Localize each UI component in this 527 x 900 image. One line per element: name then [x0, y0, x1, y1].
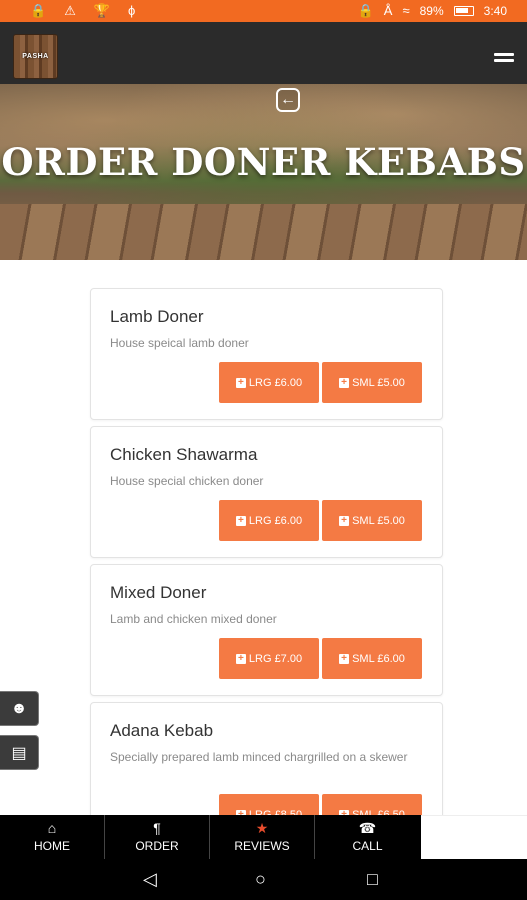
menu-line	[494, 59, 514, 62]
app-header: PASHA	[0, 22, 527, 84]
clock: 3:40	[483, 4, 507, 18]
back-button[interactable]: ←	[276, 88, 300, 112]
battery-percent: 89%	[419, 4, 444, 18]
menu-line	[494, 53, 514, 56]
add-large-button[interactable]: + LRG £7.00	[219, 638, 319, 679]
large-price-label: LRG £6.00	[248, 514, 303, 527]
add-large-button[interactable]: + LRG £6.00	[219, 500, 319, 541]
wifi-icon: ≈	[402, 3, 410, 18]
warning-icon: ⚠	[64, 3, 76, 18]
back-triangle-icon[interactable]: ◁	[143, 869, 157, 890]
large-price-label: LRG £6.00	[248, 376, 303, 389]
usb-icon: ϕ	[128, 3, 136, 18]
menu-item-description: House special chicken doner	[110, 474, 264, 488]
small-price-label: SML £5.00	[352, 514, 405, 527]
large-price-label: LRG £7.00	[248, 652, 303, 665]
recents-square-icon[interactable]: □	[367, 869, 378, 890]
menu-item-card: Chicken Shawarma House special chicken d…	[90, 426, 443, 558]
arrow-left-icon: ←	[280, 91, 296, 108]
star-icon: ★	[255, 820, 269, 836]
hero-wood-deck	[0, 204, 527, 260]
small-price-label: SML £5.00	[352, 376, 405, 389]
android-navigation-bar: ◁ ○ □	[0, 859, 527, 900]
small-price-label: SML £6.00	[352, 652, 405, 665]
cutlery-icon: ¶	[153, 820, 161, 836]
nav-reviews-label: REVIEWS	[234, 839, 290, 853]
add-small-button[interactable]: + SML £5.00	[322, 362, 422, 403]
lock-icon: 🔒	[357, 3, 374, 18]
contact-card-button[interactable]: ▤	[0, 735, 39, 770]
plus-icon: +	[339, 377, 350, 388]
id-card-icon: ▤	[11, 744, 27, 762]
menu-item-card: Mixed Doner Lamb and chicken mixed doner…	[90, 564, 443, 696]
nav-call-label: CALL	[352, 839, 383, 853]
add-small-button[interactable]: + SML £5.00	[322, 500, 422, 541]
logo-text: PASHA	[22, 53, 49, 60]
nav-reviews[interactable]: ★ REVIEWS	[210, 815, 315, 859]
lock-icon: 🔒	[30, 3, 47, 18]
menu-item-name: Mixed Doner	[110, 583, 207, 602]
menu-item-name: Lamb Doner	[110, 307, 204, 326]
bottom-nav-spacer	[421, 815, 527, 859]
home-icon: ⌂	[47, 820, 57, 836]
menu-item-description: House speical lamb doner	[110, 336, 249, 350]
nav-order-label: ORDER	[135, 839, 179, 853]
account-button[interactable]: ☻	[0, 691, 39, 726]
plus-icon: +	[235, 653, 246, 664]
menu-item-name: Adana Kebab	[110, 721, 214, 740]
menu-item-name: Chicken Shawarma	[110, 445, 258, 464]
phone-icon: ☎	[358, 820, 377, 836]
nav-home-label: HOME	[34, 839, 70, 853]
battery-icon	[453, 6, 474, 16]
plus-icon: +	[235, 377, 246, 388]
menu-item-card: Lamb Doner House speical lamb doner + LR…	[90, 288, 443, 420]
plus-icon: +	[339, 515, 350, 526]
bluetooth-icon: Å	[383, 3, 393, 18]
add-large-button[interactable]: + LRG £6.00	[219, 362, 319, 403]
restaurant-logo[interactable]: PASHA	[13, 34, 58, 79]
hamburger-menu-button[interactable]	[494, 53, 514, 65]
nav-call[interactable]: ☎ CALL	[315, 815, 420, 859]
nav-order[interactable]: ¶ ORDER	[105, 815, 210, 859]
status-bar: 🔒 ⚠ 🏆 ϕ 🔒 Å ≈ 89% 3:40	[0, 0, 527, 22]
nav-home[interactable]: ⌂ HOME	[0, 815, 105, 859]
plus-icon: +	[235, 515, 246, 526]
add-small-button[interactable]: + SML £6.00	[322, 638, 422, 679]
plus-icon: +	[339, 653, 350, 664]
trophy-icon: 🏆	[93, 3, 111, 18]
menu-item-description: Specially prepared lamb minced chargrill…	[110, 750, 408, 764]
page-title: ORDER DONER KEBABS	[1, 140, 526, 184]
bottom-navigation: ⌂ HOME ¶ ORDER ★ REVIEWS ☎ CALL	[0, 815, 421, 859]
menu-item-description: Lamb and chicken mixed doner	[110, 612, 277, 626]
home-circle-icon[interactable]: ○	[255, 869, 266, 890]
user-icon: ☻	[10, 699, 28, 717]
